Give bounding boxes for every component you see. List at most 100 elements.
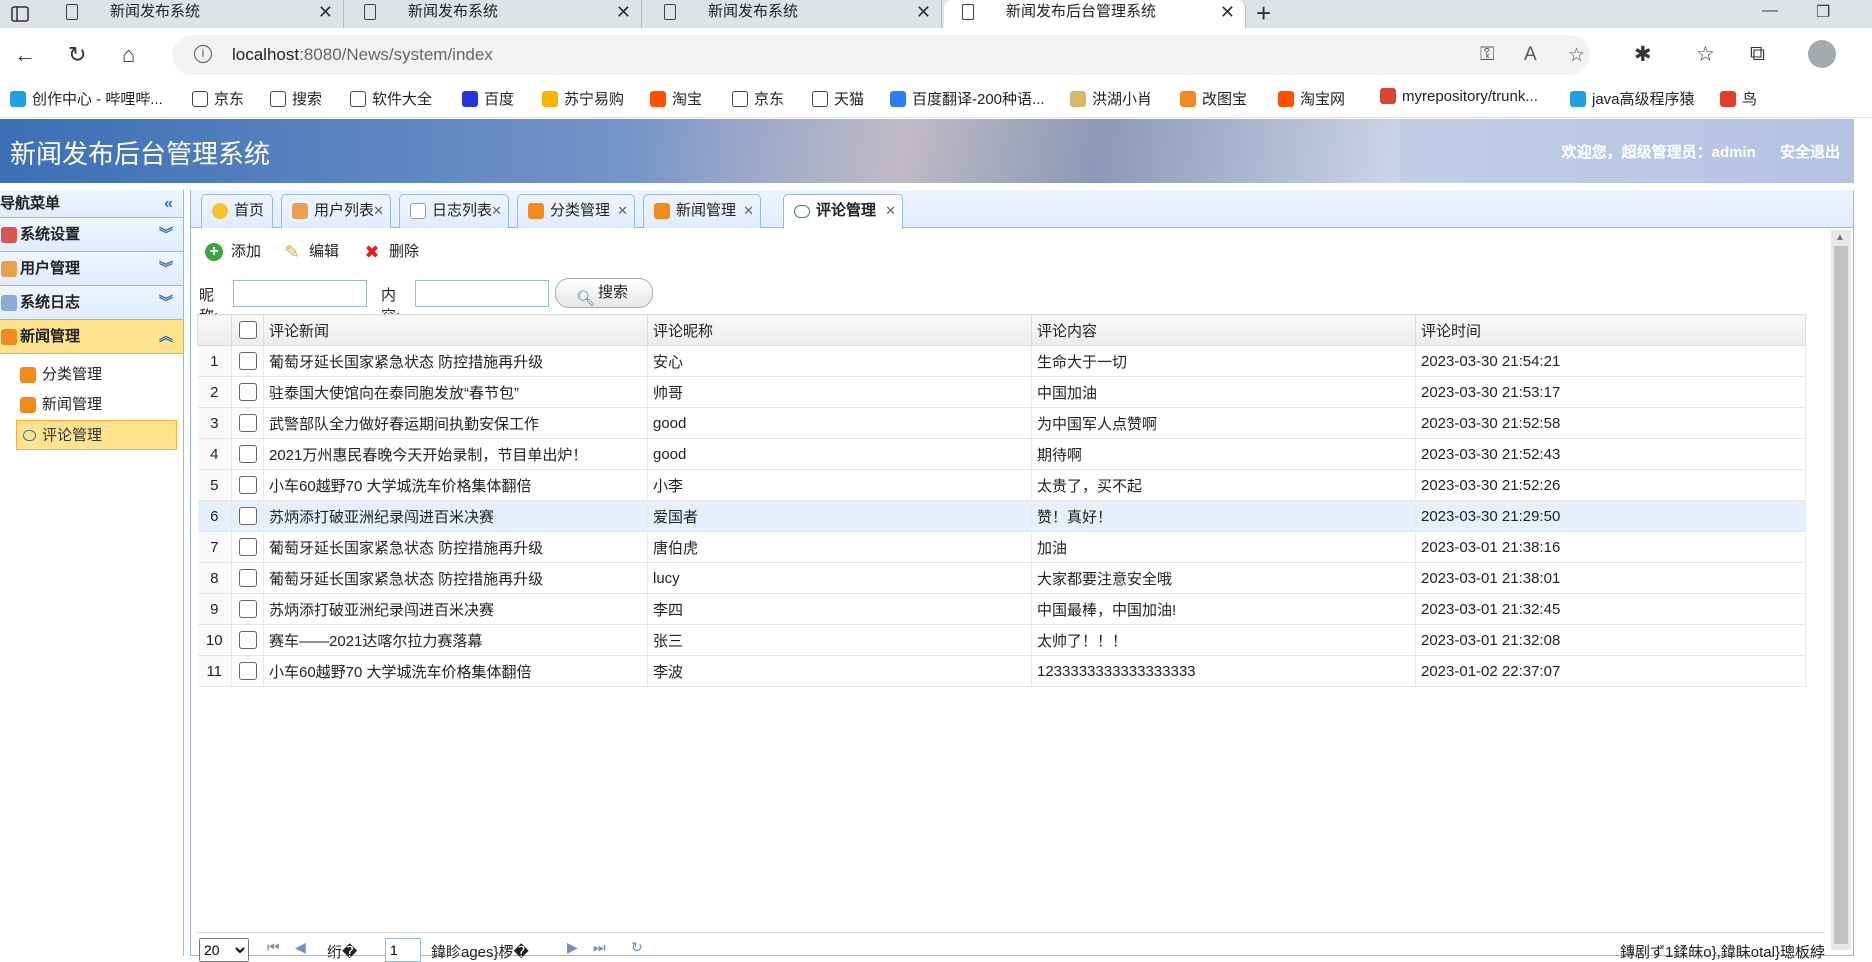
column-header[interactable]: 评论昵称 [647,314,1032,346]
back-icon[interactable]: ← [14,42,36,68]
refresh-icon[interactable]: ↻ [631,939,643,956]
site-info-icon[interactable]: i [194,45,212,63]
table-row[interactable]: 11 小车60越野70 大学城洗车价格集体翻倍 李波 1233333333333333… [197,655,1806,687]
table-row[interactable]: 3 武警部队全力做好春运期间执勤安保工作 good 为中国军人点赞啊 2023-03-3… [197,407,1806,439]
table-row[interactable]: 6 苏炳添打破亚洲纪录闯进百米决赛 爱国者 赞！真好！ 2023-03-30 21:29… [197,500,1806,532]
prev-page-icon[interactable]: ◀ [295,939,306,956]
next-page-icon[interactable]: ▶ [567,939,578,956]
page-size-select[interactable]: 20 [199,938,249,962]
row-checkbox[interactable] [231,655,264,687]
last-page-icon[interactable]: ⏭ [593,939,606,956]
favorite-add-icon[interactable]: ☆ [1568,44,1585,67]
delete-button[interactable]: ✖ 删除 [363,240,419,264]
row-checkbox[interactable] [231,438,264,470]
tab-comments[interactable]: 评论管理 ✕ [783,194,903,229]
column-header[interactable]: 评论新闻 [263,314,648,346]
logout-link[interactable]: 安全退出 [1780,144,1840,161]
favorites-icon[interactable]: ☆ [1696,42,1715,67]
close-tab-icon[interactable]: ✕ [616,0,631,24]
row-checkbox[interactable] [231,500,264,532]
bookmark-item[interactable]: 搜索 [270,88,322,109]
close-icon[interactable]: ✕ [743,195,754,227]
close-icon[interactable]: ✕ [885,195,896,227]
bookmark-item[interactable]: 淘宝网 [1278,88,1345,109]
bookmark-item[interactable]: 洪湖小肖 [1070,88,1152,109]
browser-tab-active[interactable]: 新闻发布后台管理系统 ✕ [944,0,1246,28]
tab-user-list[interactable]: 用户列表 ✕ [281,194,391,228]
scroll-up-icon[interactable]: ▲ [1835,232,1845,243]
nav-item-news[interactable]: 新闻管理 [0,390,177,420]
scrollbar-thumb[interactable] [1834,246,1848,944]
table-row[interactable]: 7 葡萄牙延长国家紧急状态 防控措施再升级 唐伯虎 加油 2023-03-01 21:3… [197,531,1806,563]
browser-tab[interactable]: 新闻发布系统 ✕ [646,0,942,28]
close-tab-icon[interactable]: ✕ [1220,0,1235,24]
content-input[interactable] [415,280,549,307]
minimize-icon[interactable]: — [1762,2,1778,20]
read-aloud-icon[interactable]: A [1524,44,1537,66]
first-page-icon[interactable]: ⏮ [267,939,280,956]
row-checkbox[interactable] [231,345,264,377]
bookmark-item[interactable]: 百度翻译-200种语... [890,88,1045,109]
nav-item-comments[interactable]: 评论管理 [16,420,177,450]
bookmark-item[interactable]: 百度 [462,88,514,109]
bookmark-item[interactable]: 天猫 [812,88,864,109]
row-checkbox[interactable] [231,469,264,501]
nav-item-category[interactable]: 分类管理 [0,360,177,390]
column-header[interactable]: 评论内容 [1031,314,1416,346]
nickname-input[interactable] [233,280,367,307]
bookmark-item[interactable]: 改图宝 [1180,88,1247,109]
row-checkbox[interactable] [231,531,264,563]
select-all-checkbox[interactable] [231,314,264,346]
close-icon[interactable]: ✕ [491,195,502,227]
bookmark-item[interactable]: 京东 [732,88,784,109]
bookmark-item[interactable]: 苏宁易购 [542,88,624,109]
tab-category[interactable]: 分类管理 ✕ [517,194,635,228]
bookmark-item[interactable]: 淘宝 [650,88,702,109]
bookmark-item[interactable]: 鸟 [1720,88,1757,109]
table-row[interactable]: 2 驻泰国大使馆向在泰同胞发放“春节包” 帅哥 中国加油 2023-03-30 21:5… [197,376,1806,408]
key-icon[interactable]: ⚿ [1480,44,1494,66]
column-header[interactable]: 评论时间 [1415,314,1806,346]
table-row[interactable]: 5 小车60越野70 大学城洗车价格集体翻倍 小李 太贵了，买不起 2023-03-30… [197,469,1806,501]
tab-log-list[interactable]: 日志列表 ✕ [399,194,509,228]
tab-actions-icon[interactable] [10,4,30,24]
tab-home[interactable]: 首页 [201,194,273,228]
bookmark-item[interactable]: 软件大全 [350,88,432,109]
row-checkbox[interactable] [231,593,264,625]
bookmark-item[interactable]: java高级程序猿 [1570,88,1695,109]
row-checkbox[interactable] [231,407,264,439]
refresh-icon[interactable]: ↻ [68,42,86,68]
browser-tab[interactable]: 新闻发布系统 ✕ [48,0,344,28]
tab-news[interactable]: 新闻管理 ✕ [643,194,761,228]
table-row[interactable]: 10 赛车——2021达喀尔拉力赛落幕 张三 太帅了！！！ 2023-03-01 21:… [197,624,1806,656]
browser-tab[interactable]: 新闻发布系统 ✕ [346,0,642,28]
table-row[interactable]: 9 苏炳添打破亚洲纪录闯进百米决赛 李四 中国最棒，中国加油! 2023-03-01 2… [197,593,1806,625]
extensions-icon[interactable]: ✱ [1634,42,1652,67]
url-text[interactable]: localhost:8080/News/system/index [232,45,493,65]
row-checkbox[interactable] [231,624,264,656]
bookmark-item[interactable]: 创作中心 - 哔哩哔... [10,88,163,109]
close-icon[interactable]: ✕ [373,195,384,227]
edit-button[interactable]: ✎ 编辑 [283,240,339,264]
avatar[interactable] [1808,40,1836,68]
home-icon[interactable]: ⌂ [122,42,135,68]
collapse-icon[interactable]: « [164,190,173,218]
nav-group-system-settings[interactable]: 系统设置 ︾ [0,218,183,252]
new-tab-icon[interactable]: + [1256,0,1271,29]
bookmark-item[interactable]: myrepository/trunk... [1380,88,1538,105]
bookmark-item[interactable]: 京东 [192,88,244,109]
url-field[interactable]: i localhost:8080/News/system/index ⚿ A ☆ [172,35,1590,75]
nav-group-user-management[interactable]: 用户管理 ︾ [0,252,183,286]
row-checkbox[interactable] [231,562,264,594]
nav-group-news-management[interactable]: 新闻管理 ︽ [0,320,183,354]
close-icon[interactable]: ✕ [617,195,628,227]
table-row[interactable]: 8 葡萄牙延长国家紧急状态 防控措施再升级 lucy 大家都要注意安全哦 2023-03… [197,562,1806,594]
restore-icon[interactable]: ❐ [1816,2,1830,22]
close-tab-icon[interactable]: ✕ [916,0,931,24]
table-row[interactable]: 1 葡萄牙延长国家紧急状态 防控措施再升级 安心 生命大于一切 2023-03-30 2… [197,345,1806,377]
table-row[interactable]: 4 2021万州惠民春晚今天开始录制，节目单出炉！ good 期待啊 2023-03-3… [197,438,1806,470]
nav-group-system-log[interactable]: 系统日志 ︾ [0,286,183,320]
add-button[interactable]: + 添加 [205,240,261,264]
vertical-scrollbar[interactable]: ▲ [1831,230,1851,950]
row-checkbox[interactable] [231,376,264,408]
